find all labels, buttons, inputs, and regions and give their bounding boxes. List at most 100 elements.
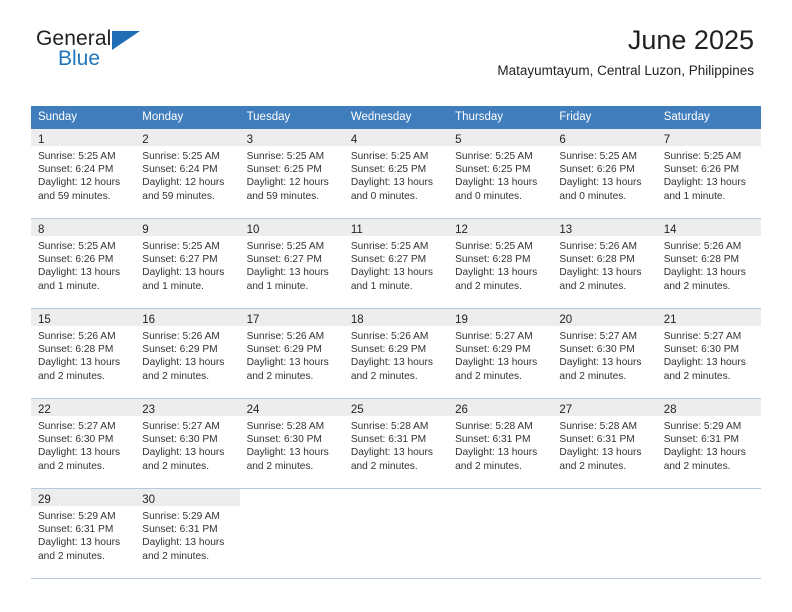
sunset-text: Sunset: 6:29 PM: [455, 344, 531, 356]
daylight-text-line1: Daylight: 13 hours: [350, 177, 433, 189]
daylight-text-line2: and 2 minutes.: [663, 370, 731, 382]
sunrise-text: Sunrise: 5:26 AM: [38, 331, 116, 342]
sunrise-text: Sunrise: 5:27 AM: [142, 421, 220, 432]
day-number-bar: 20: [552, 309, 657, 326]
sunset-text: Sunset: 6:31 PM: [350, 434, 427, 446]
daylight-text-line2: and 2 minutes.: [559, 280, 627, 292]
day-number: 29: [38, 494, 51, 506]
day-cell-10[interactable]: 10 Sunrise: 5:25 AM Sunset: 6:27 PM Dayligh…: [239, 219, 344, 308]
daylight-text-line1: Daylight: 13 hours: [246, 447, 329, 459]
day-cell-27[interactable]: 27 Sunrise: 5:28 AM Sunset: 6:31 PM Dayligh…: [552, 399, 657, 488]
day-cell-19[interactable]: 19 Sunrise: 5:27 AM Sunset: 6:29 PM Dayligh…: [448, 309, 553, 398]
day-details: Sunrise: 5:25 AM Sunset: 6:24 PM Daylight:…: [31, 146, 135, 203]
sunset-text: Sunset: 6:25 PM: [350, 164, 427, 176]
sunrise-text: Sunrise: 5:29 AM: [663, 421, 742, 432]
day-number-bar: 8: [31, 219, 136, 236]
day-details: Sunrise: 5:26 AM Sunset: 6:29 PM Daylight:…: [240, 326, 344, 383]
day-cell-23[interactable]: 23 Sunrise: 5:27 AM Sunset: 6:30 PM Dayligh…: [135, 399, 240, 488]
day-details: Sunrise: 5:27 AM Sunset: 6:30 PM Daylight:…: [31, 416, 135, 473]
daylight-text-line2: and 2 minutes.: [663, 280, 731, 292]
day-cell-24[interactable]: 24 Sunrise: 5:28 AM Sunset: 6:30 PM Dayligh…: [239, 399, 344, 488]
sunrise-text: Sunrise: 5:25 AM: [455, 151, 533, 162]
day-cell-4[interactable]: 4 Sunrise: 5:25 AM Sunset: 6:25 PM Daylight…: [343, 129, 449, 218]
day-number: 6: [559, 134, 566, 146]
day-cell-1[interactable]: 1 Sunrise: 5:25 AM Sunset: 6:24 PM Daylight…: [31, 129, 136, 218]
page-subtitle: Matayumtayum, Central Luzon, Philippines: [497, 63, 754, 78]
calendar-week-row: 8 Sunrise: 5:25 AM Sunset: 6:26 PM Daylight…: [31, 219, 761, 309]
weekday-header-monday: Monday: [142, 111, 184, 123]
sunset-text: Sunset: 6:28 PM: [455, 254, 531, 266]
daylight-text-line1: Daylight: 13 hours: [350, 357, 433, 369]
day-details: Sunrise: 5:28 AM Sunset: 6:31 PM Daylight:…: [552, 416, 656, 473]
day-details: Sunrise: 5:28 AM Sunset: 6:31 PM Daylight:…: [344, 416, 448, 473]
day-cell-2[interactable]: 2 Sunrise: 5:25 AM Sunset: 6:24 PM Daylight…: [135, 129, 240, 218]
sunrise-text: Sunrise: 5:25 AM: [559, 151, 637, 162]
day-cell-13[interactable]: 13 Sunrise: 5:26 AM Sunset: 6:28 PM Dayligh…: [552, 219, 657, 308]
daylight-text-line2: and 1 minute.: [350, 280, 413, 292]
day-details: [344, 506, 448, 510]
sunset-text: Sunset: 6:28 PM: [663, 254, 740, 266]
day-cell-9[interactable]: 9 Sunrise: 5:25 AM Sunset: 6:27 PM Daylight…: [135, 219, 240, 308]
day-details: Sunrise: 5:25 AM Sunset: 6:28 PM Daylight:…: [448, 236, 552, 293]
sunset-text: Sunset: 6:29 PM: [350, 344, 427, 356]
day-number-bar: [448, 489, 552, 506]
day-number-bar: 18: [343, 309, 449, 326]
general-blue-logo[interactable]: General Blue: [36, 28, 196, 78]
day-cell-3[interactable]: 3 Sunrise: 5:25 AM Sunset: 6:25 PM Daylight…: [239, 129, 344, 218]
day-cell-22[interactable]: 22 Sunrise: 5:27 AM Sunset: 6:30 PM Dayligh…: [31, 399, 136, 488]
day-cell-21[interactable]: 21 Sunrise: 5:27 AM Sunset: 6:30 PM Dayligh…: [656, 309, 761, 398]
day-cell-26[interactable]: 26 Sunrise: 5:28 AM Sunset: 6:31 PM Dayligh…: [448, 399, 553, 488]
day-number: 8: [38, 224, 45, 236]
day-number: 5: [455, 134, 462, 146]
sunrise-text: Sunrise: 5:29 AM: [142, 511, 220, 522]
day-cell-25[interactable]: 25 Sunrise: 5:28 AM Sunset: 6:31 PM Dayligh…: [343, 399, 449, 488]
day-cell-18[interactable]: 18 Sunrise: 5:26 AM Sunset: 6:29 PM Dayligh…: [343, 309, 449, 398]
day-cell-8[interactable]: 8 Sunrise: 5:25 AM Sunset: 6:26 PM Daylight…: [31, 219, 136, 308]
day-cell-11[interactable]: 11 Sunrise: 5:25 AM Sunset: 6:27 PM Dayligh…: [343, 219, 449, 308]
sunset-text: Sunset: 6:26 PM: [559, 164, 635, 176]
day-details: Sunrise: 5:26 AM Sunset: 6:28 PM Daylight:…: [657, 236, 761, 293]
day-number: 15: [38, 314, 51, 326]
sunset-text: Sunset: 6:29 PM: [142, 344, 218, 356]
day-cell-6[interactable]: 6 Sunrise: 5:25 AM Sunset: 6:26 PM Daylight…: [552, 129, 657, 218]
daylight-text-line2: and 2 minutes.: [142, 550, 210, 562]
day-number: 24: [246, 404, 260, 416]
day-cell-17[interactable]: 17 Sunrise: 5:26 AM Sunset: 6:29 PM Dayligh…: [239, 309, 344, 398]
day-cell-5[interactable]: 5 Sunrise: 5:25 AM Sunset: 6:25 PM Daylight…: [448, 129, 553, 218]
day-details: [657, 506, 761, 510]
daylight-text-line1: Daylight: 13 hours: [38, 267, 121, 279]
day-number-bar: 19: [448, 309, 553, 326]
sunset-text: Sunset: 6:26 PM: [38, 254, 114, 266]
day-cell-16[interactable]: 16 Sunrise: 5:26 AM Sunset: 6:29 PM Dayligh…: [135, 309, 240, 398]
sunset-text: Sunset: 6:25 PM: [246, 164, 322, 176]
daylight-text-line2: and 0 minutes.: [559, 190, 627, 202]
daylight-text-line1: Daylight: 13 hours: [38, 447, 121, 459]
day-cell-28[interactable]: 28 Sunrise: 5:29 AM Sunset: 6:31 PM Dayligh…: [656, 399, 761, 488]
day-cell-12[interactable]: 12 Sunrise: 5:25 AM Sunset: 6:28 PM Dayligh…: [448, 219, 553, 308]
day-cell-7[interactable]: 7 Sunrise: 5:25 AM Sunset: 6:26 PM Daylight…: [656, 129, 761, 218]
sunset-text: Sunset: 6:31 PM: [559, 434, 635, 446]
day-cell-15[interactable]: 15 Sunrise: 5:26 AM Sunset: 6:28 PM Dayligh…: [31, 309, 136, 398]
day-cell-20[interactable]: 20 Sunrise: 5:27 AM Sunset: 6:30 PM Dayligh…: [552, 309, 657, 398]
day-details: Sunrise: 5:27 AM Sunset: 6:29 PM Daylight:…: [448, 326, 552, 383]
day-cell-14[interactable]: 14 Sunrise: 5:26 AM Sunset: 6:28 PM Dayligh…: [656, 219, 761, 308]
sunrise-text: Sunrise: 5:25 AM: [350, 241, 429, 252]
day-number-bar: 1: [31, 129, 136, 146]
page-title: June 2025: [627, 25, 754, 55]
daylight-text-line1: Daylight: 12 hours: [38, 177, 121, 189]
daylight-text-line1: Daylight: 13 hours: [38, 537, 121, 549]
weekday-header-friday: Friday: [559, 111, 592, 123]
day-cell-29[interactable]: 29 Sunrise: 5:29 AM Sunset: 6:31 PM Dayligh…: [31, 489, 136, 578]
sunset-text: Sunset: 6:28 PM: [559, 254, 635, 266]
day-number-bar: 2: [135, 129, 240, 146]
day-details: Sunrise: 5:26 AM Sunset: 6:29 PM Daylight:…: [344, 326, 448, 383]
day-details: Sunrise: 5:25 AM Sunset: 6:26 PM Daylight:…: [657, 146, 761, 203]
day-number-bar: 10: [239, 219, 344, 236]
day-cell-30[interactable]: 30 Sunrise: 5:29 AM Sunset: 6:31 PM Dayligh…: [135, 489, 240, 578]
sunrise-text: Sunrise: 5:28 AM: [246, 421, 325, 432]
day-number-bar: 5: [448, 129, 553, 146]
sunset-text: Sunset: 6:31 PM: [142, 524, 218, 536]
day-number-bar: 14: [656, 219, 761, 236]
sunset-text: Sunset: 6:27 PM: [142, 254, 218, 266]
daylight-text-line2: and 2 minutes.: [246, 460, 314, 472]
